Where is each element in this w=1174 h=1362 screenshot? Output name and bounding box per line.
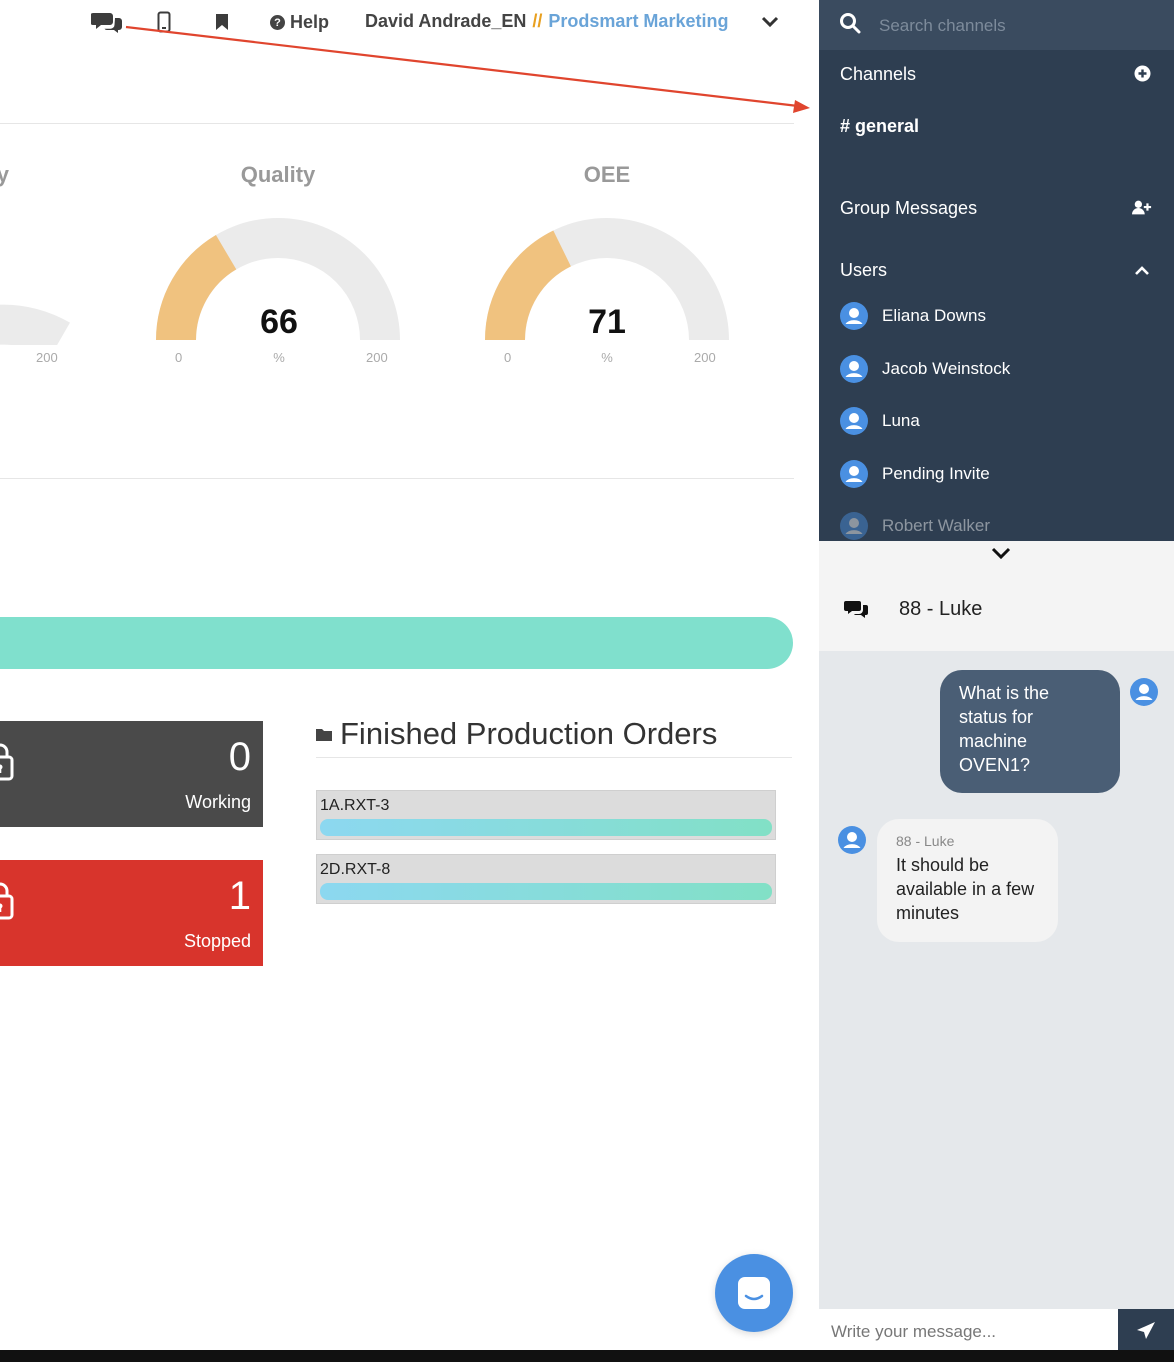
top-bar: ? Help David Andrade_EN//Prodsmart Marke… bbox=[0, 0, 818, 46]
user-name: David Andrade_EN bbox=[365, 11, 527, 31]
chat-header: 88 - Luke bbox=[819, 541, 1174, 651]
message-input[interactable] bbox=[829, 1317, 1113, 1347]
search-input[interactable] bbox=[877, 12, 1161, 40]
gauge-arc bbox=[0, 304, 70, 345]
avatar bbox=[840, 512, 868, 540]
message-composer bbox=[819, 1309, 1174, 1353]
tile-label: Stopped bbox=[183, 931, 251, 951]
order-code: 2D.RXT-8 bbox=[320, 861, 391, 878]
message-text: It should be available in a few minutes bbox=[896, 855, 1035, 923]
users-heading: Users bbox=[840, 260, 888, 280]
progress-bar bbox=[0, 617, 793, 669]
chat-sidebar: Channels # general Group Messages Users … bbox=[819, 0, 1174, 541]
mobile-icon[interactable] bbox=[154, 8, 174, 36]
channels-heading: Channels bbox=[840, 64, 917, 84]
user-name: Pending Invite bbox=[882, 464, 990, 483]
help-label: Help bbox=[290, 12, 330, 32]
status-tile-working[interactable]: 0 Working bbox=[0, 721, 263, 827]
gauge-max: 200 bbox=[36, 350, 58, 365]
avatar bbox=[838, 826, 866, 854]
gauge-title: Quality bbox=[240, 162, 316, 187]
order-progress-bar bbox=[320, 819, 772, 836]
add-channel-icon[interactable] bbox=[1132, 63, 1152, 83]
gauge-min: 0 bbox=[504, 350, 512, 365]
send-button[interactable] bbox=[1118, 1309, 1174, 1353]
chevron-down-icon[interactable] bbox=[990, 545, 1012, 561]
bookmark-icon[interactable] bbox=[212, 8, 232, 36]
company-name: Prodsmart Marketing bbox=[548, 11, 729, 31]
status-tile-stopped[interactable]: 1 Stopped bbox=[0, 860, 263, 966]
order-code: 1A.RXT-3 bbox=[320, 797, 390, 814]
search-box bbox=[819, 0, 1174, 50]
order-row[interactable]: 1A.RXT-3 bbox=[316, 790, 776, 840]
gauge-value: 71 bbox=[588, 303, 626, 341]
gauge-unit: % bbox=[601, 350, 613, 365]
send-icon bbox=[1137, 1322, 1155, 1339]
finished-orders-title: Finished Production Orders bbox=[316, 716, 717, 752]
avatar bbox=[840, 302, 868, 330]
user-name: Jacob Weinstock bbox=[882, 359, 1011, 378]
gauge-unit: % bbox=[273, 350, 285, 365]
tile-count: 1 bbox=[228, 874, 251, 918]
help-link[interactable]: ? Help bbox=[270, 12, 329, 33]
user-item[interactable]: Robert Walker bbox=[840, 511, 990, 541]
divider bbox=[0, 478, 794, 479]
user-item[interactable]: Eliana Downs bbox=[840, 301, 986, 331]
gauge-max: 200 bbox=[694, 350, 716, 365]
finished-orders-label: Finished Production Orders bbox=[340, 716, 718, 751]
tile-count: 0 bbox=[228, 735, 251, 779]
window-bottom-edge bbox=[0, 1350, 1174, 1362]
lock-icon bbox=[0, 743, 14, 781]
chat-icon[interactable] bbox=[90, 8, 124, 36]
divider bbox=[0, 123, 794, 124]
separator: // bbox=[532, 11, 543, 31]
intercom-launcher-button[interactable] bbox=[715, 1254, 793, 1332]
chevron-up-icon[interactable] bbox=[1132, 260, 1152, 280]
user-name: Eliana Downs bbox=[882, 306, 986, 325]
order-row[interactable]: 2D.RXT-8 bbox=[316, 854, 776, 904]
chat-messages: What is the status for machine OVEN1? 88… bbox=[819, 651, 1174, 1309]
user-item[interactable]: Pending Invite bbox=[840, 459, 990, 489]
chat-bubble-icon bbox=[738, 1277, 770, 1309]
avatar bbox=[1130, 678, 1158, 706]
user-name: Robert Walker bbox=[882, 516, 991, 535]
gauge-max: 200 bbox=[366, 350, 388, 365]
chat-title: 88 - Luke bbox=[899, 598, 983, 620]
help-icon: ? bbox=[270, 15, 285, 30]
channel-general[interactable]: # general bbox=[840, 116, 919, 137]
avatar bbox=[840, 355, 868, 383]
lock-icon bbox=[0, 882, 14, 920]
folder-icon bbox=[316, 729, 332, 741]
order-progress-bar bbox=[320, 883, 772, 900]
divider bbox=[316, 757, 792, 758]
gauge-title: y bbox=[0, 162, 9, 187]
add-group-icon[interactable] bbox=[1132, 197, 1152, 217]
chevron-down-icon[interactable] bbox=[760, 12, 780, 32]
search-icon bbox=[840, 13, 861, 34]
message-author: 88 - Luke bbox=[896, 833, 955, 849]
user-name: Luna bbox=[882, 411, 920, 430]
message-incoming: 88 - Luke It should be available in a fe… bbox=[877, 819, 1058, 942]
avatar bbox=[840, 460, 868, 488]
gauge-min: 0 bbox=[175, 350, 183, 365]
group-messages-heading: Group Messages bbox=[840, 198, 978, 218]
gauge-value: 66 bbox=[260, 303, 298, 341]
message-outgoing: What is the status for machine OVEN1? bbox=[940, 670, 1120, 793]
avatar bbox=[840, 407, 868, 435]
user-item[interactable]: Luna bbox=[840, 406, 920, 436]
user-item[interactable]: Jacob Weinstock bbox=[840, 354, 1010, 384]
chat-icon bbox=[844, 601, 868, 618]
gauge-title: OEE bbox=[583, 162, 631, 187]
tile-label: Working bbox=[185, 792, 251, 812]
user-company-switcher[interactable]: David Andrade_EN//Prodsmart Marketing bbox=[365, 11, 728, 32]
